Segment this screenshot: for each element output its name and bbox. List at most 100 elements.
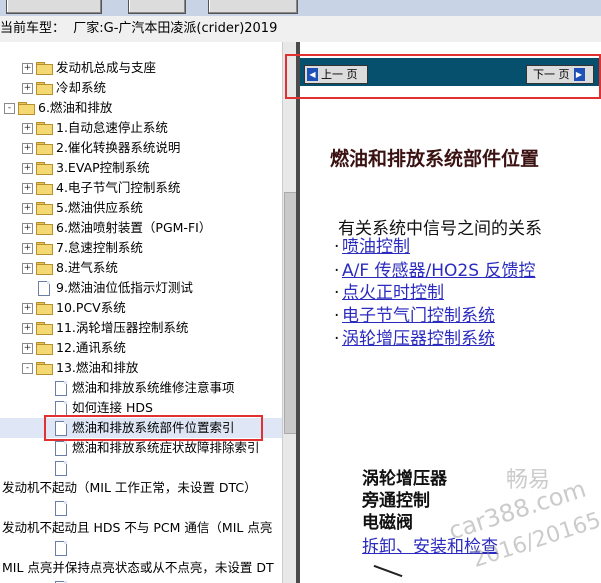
- document-icon: [55, 441, 67, 456]
- folder-icon: [36, 162, 53, 175]
- tree-node[interactable]: - 6.燃油和排放: [0, 98, 282, 118]
- tree-node-label: 5.燃油供应系统: [56, 200, 143, 215]
- expand-icon[interactable]: +: [22, 143, 33, 154]
- expand-icon[interactable]: +: [22, 183, 33, 194]
- folder-icon: [36, 142, 53, 155]
- folder-icon: [36, 122, 53, 135]
- tree-node-label: 12.通讯系统: [56, 340, 126, 355]
- tree-node[interactable]: [0, 578, 282, 583]
- tree-node[interactable]: [0, 458, 282, 478]
- doc-link-turbo-control[interactable]: 涡轮增压器控制系统: [342, 329, 495, 349]
- tree-node[interactable]: +11.涡轮增压器控制系统: [0, 318, 282, 338]
- expand-icon[interactable]: +: [22, 203, 33, 214]
- expand-icon[interactable]: +: [22, 303, 33, 314]
- tree-node[interactable]: 燃油和排放系统维修注意事项: [0, 378, 282, 398]
- tree-node[interactable]: +4.电子节气门控制系统: [0, 178, 282, 198]
- tree-node-label: 9.燃油油位低指示灯测试: [56, 280, 193, 295]
- toolbar-button-1[interactable]: [6, 0, 102, 14]
- tree-node[interactable]: [0, 538, 282, 558]
- expand-icon[interactable]: +: [22, 163, 33, 174]
- doc-link-row: · A/F 传感器/HO2S 反馈控: [334, 260, 535, 282]
- folder-icon: [36, 242, 53, 255]
- tree-node[interactable]: +12.通讯系统: [0, 338, 282, 358]
- collapse-icon[interactable]: -: [4, 103, 15, 114]
- tree-node-label: 冷却系统: [56, 80, 107, 95]
- doc-link-row: · 电子节气门控制系统: [334, 305, 495, 327]
- diagram-leader-line: [373, 564, 403, 578]
- document-icon: [55, 381, 67, 396]
- bullet: ·: [334, 306, 340, 326]
- tree-scrollbar[interactable]: [282, 42, 297, 583]
- tree-node-label: 13.燃油和排放: [56, 360, 139, 375]
- doc-link-row: · 涡轮增压器控制系统: [334, 328, 495, 350]
- tree-node[interactable]: + 发动机总成与支座: [0, 58, 282, 78]
- document-icon: [55, 541, 67, 556]
- tree-text-row[interactable]: 发动机不起动且 HDS 不与 PCM 通信（MIL 点亮: [0, 518, 282, 538]
- tree-node[interactable]: 燃油和排放系统症状故障排除索引: [0, 438, 282, 458]
- tree-node-label: 燃油和排放系统维修注意事项: [72, 380, 235, 395]
- document-icon: [55, 501, 67, 516]
- expand-icon[interactable]: +: [22, 343, 33, 354]
- document-icon: [55, 461, 67, 476]
- tree-node[interactable]: - 13.燃油和排放: [0, 358, 282, 378]
- document-viewer: ◀ 上一 页 下一 页 ▶ 燃油和排放系统部件位置 有关系统中信号之间的关系 · 喷油…: [300, 42, 601, 583]
- expand-icon[interactable]: +: [22, 263, 33, 274]
- tree-node[interactable]: +6.燃油喷射装置（PGM-FI）: [0, 218, 282, 238]
- tree-node[interactable]: +5.燃油供应系统: [0, 198, 282, 218]
- tree-node-label: 燃油和排放系统症状故障排除索引: [72, 440, 260, 455]
- tree-node[interactable]: +7.怠速控制系统: [0, 238, 282, 258]
- expand-icon[interactable]: +: [22, 123, 33, 134]
- doc-link-ignition-timing[interactable]: 点火正时控制: [342, 283, 444, 303]
- tree-node-label: 4.电子节气门控制系统: [56, 180, 181, 195]
- folder-icon: [36, 322, 53, 335]
- tree-node-label: 8.进气系统: [56, 260, 118, 275]
- expand-icon[interactable]: +: [22, 83, 33, 94]
- doc-link-af-sensor[interactable]: A/F 传感器/HO2S 反馈控: [342, 261, 535, 281]
- doc-link-row: · 点火正时控制: [334, 282, 444, 304]
- toolbar-button-2[interactable]: [128, 0, 186, 14]
- folder-icon: [36, 302, 53, 315]
- bullet: ·: [334, 237, 340, 257]
- folder-icon: [36, 182, 53, 195]
- current-model-line: 当前车型： 厂家:G-广汽本田凌派(crider)2019: [0, 20, 277, 38]
- folder-icon: [36, 262, 53, 275]
- doc-link-row: · 喷油控制: [334, 236, 410, 258]
- tree-text-row[interactable]: 发动机不起动（MIL 工作正常，未设置 DTC）: [0, 478, 282, 498]
- tree-node-label: 2.催化转换器系统说明: [56, 140, 181, 155]
- folder-icon: [36, 362, 53, 375]
- tree-node-label: 11.涡轮增压器控制系统: [56, 320, 189, 335]
- tree-node-label: MIL 点亮并保持点亮状态或从不点亮，未设置 DT: [2, 560, 274, 575]
- doc-link-electronic-throttle[interactable]: 电子节气门控制系统: [342, 306, 495, 326]
- document-icon: [55, 401, 67, 416]
- tree-node[interactable]: +3.EVAP控制系统: [0, 158, 282, 178]
- tree-node[interactable]: +8.进气系统: [0, 258, 282, 278]
- top-toolbar: [0, 0, 601, 16]
- current-model-value: 厂家:G-广汽本田凌派(crider)2019: [73, 21, 278, 36]
- tree-node-label: 发动机不起动（MIL 工作正常，未设置 DTC）: [2, 480, 257, 495]
- tree-node[interactable]: +1.自动怠速停止系统: [0, 118, 282, 138]
- doc-link-injection-control[interactable]: 喷油控制: [342, 237, 410, 257]
- document-title: 燃油和排放系统部件位置: [330, 148, 540, 170]
- document-icon: [38, 281, 50, 296]
- collapse-icon[interactable]: -: [22, 363, 33, 374]
- tree-node[interactable]: 9.燃油油位低指示灯测试: [0, 278, 282, 298]
- tree-node[interactable]: [0, 498, 282, 518]
- tree-node-label: 10.PCV系统: [56, 300, 126, 315]
- folder-icon: [18, 102, 35, 115]
- bullet: ·: [334, 283, 340, 303]
- tree-node-label: 6.燃油喷射装置（PGM-FI）: [56, 220, 212, 235]
- expand-icon[interactable]: +: [22, 223, 33, 234]
- tree-node-label: 发动机总成与支座: [56, 60, 157, 75]
- expand-icon[interactable]: +: [22, 243, 33, 254]
- tree-text-row[interactable]: MIL 点亮并保持点亮状态或从不点亮，未设置 DT: [0, 558, 282, 578]
- nav-highlight-box: [285, 54, 601, 99]
- tree-node[interactable]: + 冷却系统: [0, 78, 282, 98]
- tree-node-label: 3.EVAP控制系统: [56, 160, 150, 175]
- expand-icon[interactable]: +: [22, 323, 33, 334]
- toolbar-button-3[interactable]: [208, 0, 298, 14]
- bullet: ·: [334, 261, 340, 281]
- tree-node[interactable]: +2.催化转换器系统说明: [0, 138, 282, 158]
- tree-node-label: 1.自动怠速停止系统: [56, 120, 168, 135]
- expand-icon[interactable]: +: [22, 63, 33, 74]
- tree-node[interactable]: +10.PCV系统: [0, 298, 282, 318]
